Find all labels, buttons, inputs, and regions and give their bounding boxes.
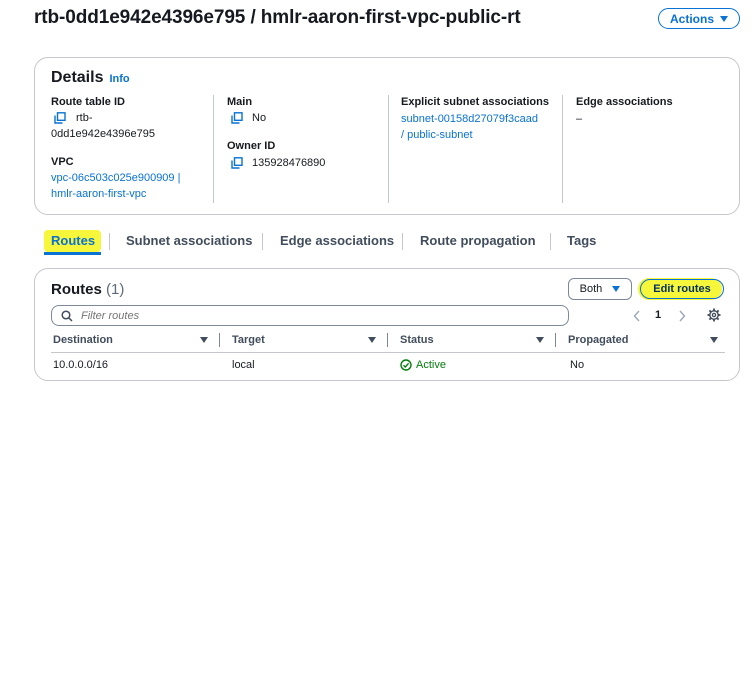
main-value: No [252,112,267,124]
caret-down-icon [720,15,728,22]
explicit-subnet-label: Explicit subnet associations [401,96,549,108]
copy-icon[interactable] [231,112,243,124]
edge-assoc-value: – [576,113,583,125]
tab-route-propagation[interactable]: Route propagation [420,233,536,248]
tab-separator [402,233,403,250]
tab-separator [550,233,551,250]
status-text: Active [416,359,446,371]
cell-target: local [232,359,255,371]
column-header-target[interactable]: Target [232,334,265,346]
search-icon [61,309,73,322]
column-header-destination[interactable]: Destination [53,334,113,346]
route-filter-value: Both [579,283,603,295]
tab-edge-associations[interactable]: Edge associations [280,233,394,248]
route-table-id-label: Route table ID [51,96,125,108]
copy-icon[interactable] [54,112,66,124]
cell-status: Active [400,359,446,371]
tab-tags[interactable]: Tags [567,233,596,248]
column-separator [387,333,388,347]
column-divider [562,95,563,203]
active-tab-indicator [44,252,101,255]
table-header-divider [51,352,725,353]
tab-separator [109,233,110,250]
vpc-label: VPC [51,156,74,168]
column-header-propagated[interactable]: Propagated [568,334,629,346]
sort-caret-icon[interactable] [200,337,208,343]
column-divider [213,95,214,203]
edit-routes-button[interactable]: Edit routes [640,279,724,299]
route-table-id-value-1: rtb- [76,112,93,124]
sort-caret-icon[interactable] [536,337,544,343]
cell-destination: 10.0.0.0/16 [53,359,109,371]
settings-gear-icon[interactable] [707,308,721,322]
sort-caret-icon[interactable] [368,337,376,343]
filter-routes-box[interactable] [51,305,569,326]
copy-icon[interactable] [231,157,243,169]
details-heading: Details Info [51,69,130,87]
edge-assoc-label: Edge associations [576,96,673,108]
routes-title: Routes [51,281,102,298]
tab-separator [262,233,263,250]
tab-routes[interactable]: Routes [51,233,95,248]
tab-subnet-associations[interactable]: Subnet associations [126,233,252,248]
page-title: rtb-0dd1e942e4396e795 / hmlr-aaron-first… [34,7,521,28]
vpc-link[interactable]: vpc-06c503c025e900909 | [51,170,180,186]
column-separator [555,333,556,347]
actions-label: Actions [669,11,714,26]
vpc-link-name[interactable]: hmlr-aaron-first-vpc [51,186,146,202]
route-filter-select[interactable]: Both [568,278,632,300]
subnet-link-name[interactable]: / public-subnet [401,127,473,143]
subnet-link[interactable]: subnet-00158d27079f3caad [401,111,538,127]
details-title: Details [51,69,104,86]
actions-button[interactable]: Actions [658,8,740,29]
column-header-status[interactable]: Status [400,334,434,346]
chevron-right-icon[interactable] [678,310,686,322]
info-link[interactable]: Info [109,73,129,85]
owner-id-value: 135928476890 [252,157,326,169]
routes-heading: Routes (1) [51,281,124,298]
routes-panel: Routes (1) Both Edit routes 1 Destinatio… [34,268,740,381]
status-check-icon [400,359,412,371]
sort-caret-icon[interactable] [710,337,718,343]
owner-id-label: Owner ID [227,140,276,152]
main-label: Main [227,96,253,108]
filter-routes-input[interactable] [81,309,481,322]
chevron-left-icon[interactable] [633,310,641,322]
page-number[interactable]: 1 [655,309,661,321]
cell-propagated: No [570,359,585,371]
caret-down-icon [612,286,621,292]
column-divider [388,95,389,203]
routes-count: (1) [106,281,125,298]
route-table-id-value-2: 0dd1e942e4396e795 [51,128,156,140]
details-panel: Details Info Route table ID rtb- 0dd1e942… [34,57,740,215]
column-separator [219,333,220,347]
